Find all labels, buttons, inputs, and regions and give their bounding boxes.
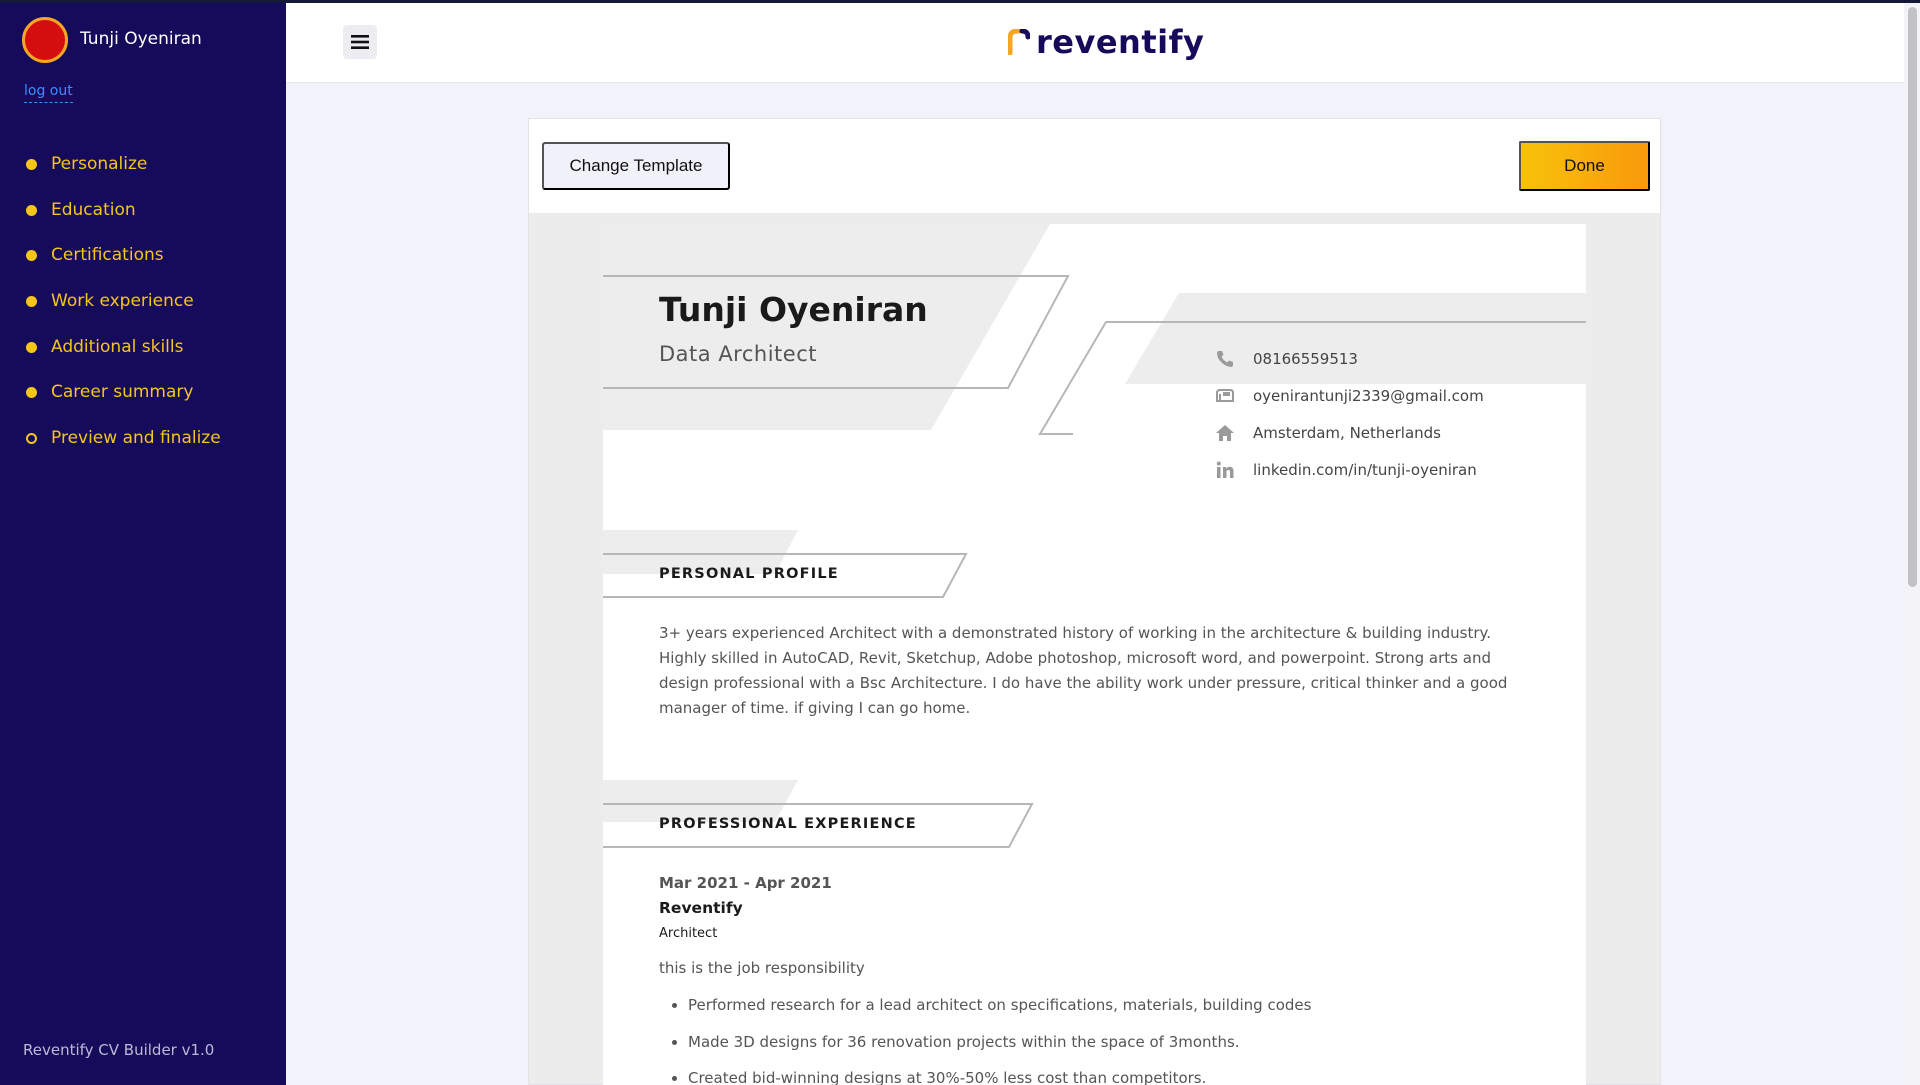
sidebar-item-label: Certifications — [51, 245, 164, 266]
experience-description: this is the job responsibility — [659, 959, 865, 977]
sidebar-item-preview-finalize[interactable]: Preview and finalize — [0, 427, 286, 473]
sidebar-item-education[interactable]: Education — [0, 199, 286, 245]
avatar[interactable] — [22, 17, 68, 63]
logo-text: reventify — [1036, 23, 1205, 61]
section-heading-profile: PERSONAL PROFILE — [659, 566, 839, 582]
bullet-dot-icon — [26, 387, 37, 399]
bullet-dot-icon — [26, 250, 37, 262]
menu-button[interactable] — [343, 25, 377, 59]
home-icon — [1215, 423, 1235, 443]
change-template-button[interactable]: Change Template — [542, 142, 730, 190]
list-item: Made 3D designs for 36 renovation projec… — [671, 1033, 1311, 1070]
bullet-dot-icon — [26, 341, 37, 353]
hamburger-menu-icon — [351, 35, 369, 49]
bullet-dot-icon — [26, 296, 37, 308]
cv-full-name: Tunji Oyeniran — [659, 290, 928, 329]
profile-summary: 3+ years experienced Architect with a de… — [659, 624, 1508, 717]
username: Tunji Oyeniran — [80, 29, 202, 49]
bullet-ring-icon — [26, 433, 37, 445]
brand-logo[interactable]: reventify — [1008, 23, 1204, 61]
reventify-logo-icon — [1008, 29, 1030, 55]
sidebar-item-personalize[interactable]: Personalize — [0, 153, 286, 199]
phone-icon — [1215, 349, 1235, 369]
sidebar-item-work-experience[interactable]: Work experience — [0, 290, 286, 336]
experience-role: Architect — [659, 926, 718, 941]
sidebar-item-label: Personalize — [51, 154, 148, 174]
bullet-dot-icon — [26, 204, 37, 216]
contact-email: oyenirantunji2339@gmail.com — [1215, 386, 1484, 406]
app-version: Reventify CV Builder v1.0 — [23, 1041, 215, 1059]
sidebar-item-label: Work experience — [51, 291, 194, 312]
contact-location-text: Amsterdam, Netherlands — [1253, 424, 1441, 442]
sidebar-item-certifications[interactable]: Certifications — [0, 244, 286, 290]
sidebar-item-additional-skills[interactable]: Additional skills — [0, 336, 286, 382]
list-item: Performed research for a lead architect … — [671, 996, 1311, 1033]
preview-toolbar: Change Template Done — [529, 119, 1660, 213]
experience-dates: Mar 2021 - Apr 2021 — [659, 874, 832, 892]
done-button[interactable]: Done — [1519, 141, 1650, 191]
sidebar-item-label: Additional skills — [51, 336, 184, 357]
contact-phone-text: 08166559513 — [1253, 350, 1358, 368]
scrollbar-thumb[interactable] — [1908, 7, 1917, 587]
sidebar: Tunji Oyeniran log out Personalize Educa… — [0, 3, 286, 1085]
cv-job-title: Data Architect — [659, 342, 817, 366]
top-header: reventify — [286, 3, 1904, 83]
logout-link[interactable]: log out — [24, 83, 73, 103]
sidebar-item-label: Education — [51, 199, 136, 220]
cv-document: Tunji Oyeniran Data Architect 0816655951… — [603, 224, 1586, 1085]
contact-email-text: oyenirantunji2339@gmail.com — [1253, 387, 1484, 405]
contact-linkedin-text: linkedin.com/in/tunji-oyeniran — [1253, 461, 1477, 479]
sidebar-nav: Personalize Education Certifications Wor… — [0, 153, 286, 473]
cv-preview-panel: Change Template Done Tunji Oyeniran Data… — [528, 118, 1661, 1085]
sidebar-item-label: Preview and finalize — [51, 428, 221, 449]
experience-company: Reventify — [659, 899, 743, 917]
contact-phone: 08166559513 — [1215, 349, 1358, 369]
mailbox-icon — [1215, 386, 1235, 406]
contact-linkedin: linkedin.com/in/tunji-oyeniran — [1215, 460, 1477, 480]
linkedin-icon — [1215, 460, 1235, 480]
list-item: Created bid-winning designs at 30%-50% l… — [671, 1069, 1311, 1085]
page-scrollbar[interactable] — [1904, 3, 1920, 1085]
contact-location: Amsterdam, Netherlands — [1215, 423, 1441, 443]
sidebar-item-career-summary[interactable]: Career summary — [0, 381, 286, 427]
sidebar-item-label: Career summary — [51, 382, 194, 403]
experience-bullets: Performed research for a lead architect … — [671, 996, 1311, 1085]
bullet-dot-icon — [26, 159, 37, 170]
section-heading-experience: PROFESSIONAL EXPERIENCE — [659, 816, 917, 832]
